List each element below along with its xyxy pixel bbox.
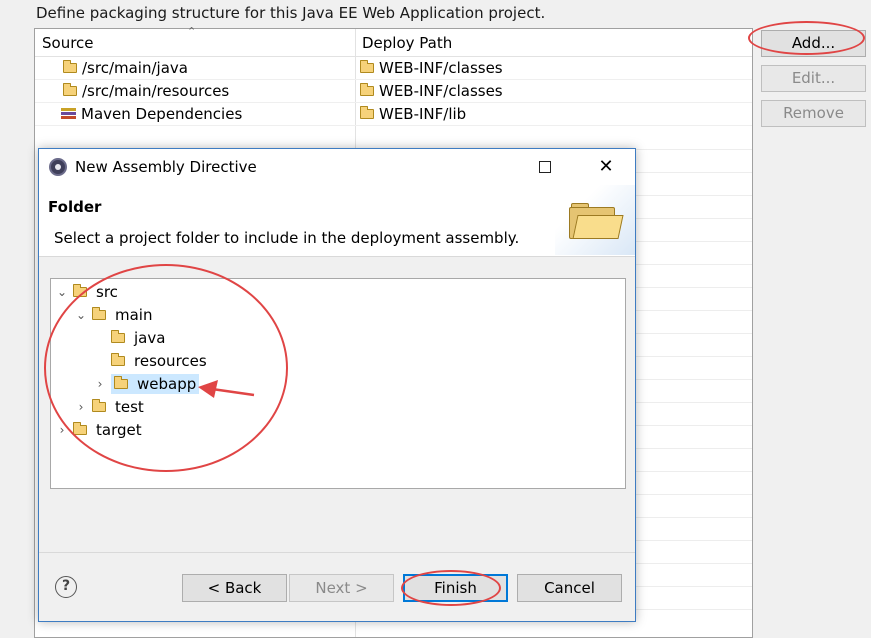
- annotation-arrow: [198, 380, 255, 398]
